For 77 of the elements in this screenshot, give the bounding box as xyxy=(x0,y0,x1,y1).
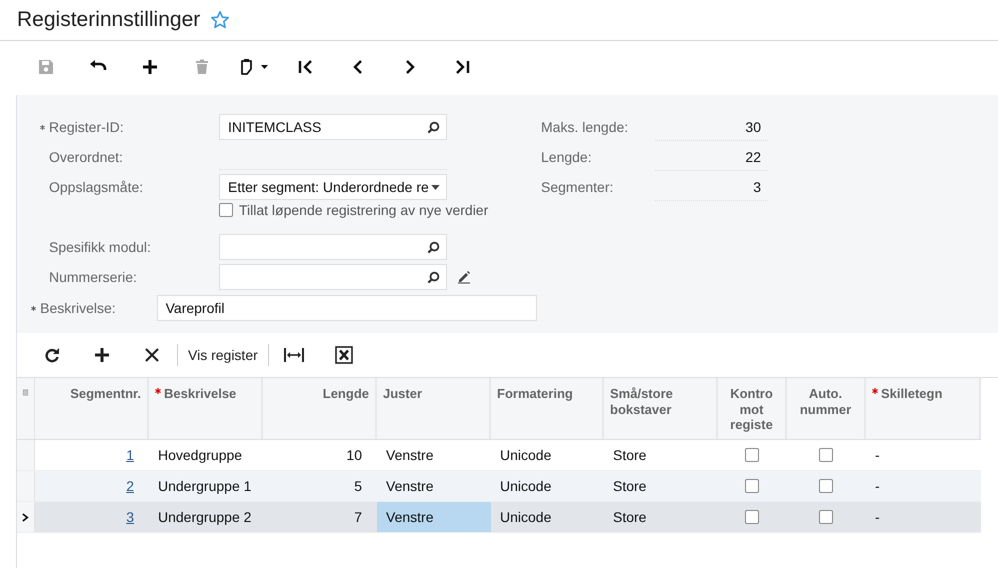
search-icon[interactable] xyxy=(427,240,440,254)
column-header[interactable]: Juster xyxy=(383,386,422,402)
table-cell: 7 xyxy=(354,509,362,525)
table-cell: 5 xyxy=(354,478,362,494)
table-cell: Unicode xyxy=(500,478,552,494)
segment-link[interactable]: 2 xyxy=(126,478,134,494)
checkbox[interactable] xyxy=(819,479,833,493)
table-cell: Venstre xyxy=(386,478,434,494)
table-cell: Venstre xyxy=(386,447,434,463)
table-cell: 10 xyxy=(346,447,362,463)
field-label: Oppslagsmåte: xyxy=(49,179,144,195)
fit-columns-icon xyxy=(284,347,304,363)
field-label: Overordnet: xyxy=(49,149,124,165)
required-icon xyxy=(40,125,45,130)
first-page-icon xyxy=(298,59,314,75)
field-label: Lengde: xyxy=(541,149,593,165)
pencil-icon[interactable] xyxy=(457,270,471,284)
table-cell: Undergruppe 2 xyxy=(158,509,252,525)
field-label: Spesifikk modul: xyxy=(49,239,152,255)
current-row-icon xyxy=(22,512,29,522)
checkbox[interactable] xyxy=(819,510,833,524)
field-label: Segmenter: xyxy=(541,179,614,195)
field-value: 22 xyxy=(655,144,768,170)
search-icon[interactable] xyxy=(427,270,440,284)
required-icon xyxy=(155,388,161,394)
field-value: 3 xyxy=(655,174,768,200)
table-cell: - xyxy=(875,509,880,525)
column-header[interactable]: Små/store bokstaver xyxy=(610,386,710,418)
column-header[interactable]: Formatering xyxy=(497,386,573,402)
table-cell: Venstre xyxy=(386,509,434,525)
lookup-field[interactable]: INITEMCLASS xyxy=(219,114,447,140)
field-label: Maks. lengde: xyxy=(541,119,630,135)
column-header[interactable]: Beskrivelse xyxy=(164,386,236,402)
last-page-icon xyxy=(454,59,470,75)
column-header[interactable]: Segmentnr. xyxy=(70,386,141,402)
checkbox[interactable] xyxy=(819,448,833,462)
clipboard-dropdown-icon xyxy=(239,58,269,76)
lookup-field[interactable] xyxy=(219,264,447,290)
checkbox[interactable] xyxy=(745,448,759,462)
lookup-field[interactable] xyxy=(219,234,447,260)
view-register-button[interactable]: Vis register xyxy=(178,340,268,370)
star-icon[interactable] xyxy=(210,10,230,30)
checkbox[interactable] xyxy=(745,479,759,493)
page-title: Registerinnstillinger xyxy=(17,8,200,32)
column-header[interactable]: Auto. nummer xyxy=(791,386,860,418)
refresh-icon xyxy=(44,347,60,363)
table-cell: Unicode xyxy=(500,447,552,463)
trash-icon xyxy=(194,59,210,75)
search-icon[interactable] xyxy=(427,120,440,134)
plus-icon xyxy=(94,347,110,363)
column-header[interactable]: Kontro mot registe xyxy=(722,386,781,433)
table-cell: Store xyxy=(613,478,646,494)
plus-icon xyxy=(142,59,158,75)
field-label: Nummerserie: xyxy=(49,269,138,285)
text-field[interactable]: Vareprofil xyxy=(156,294,537,320)
segment-link[interactable]: 1 xyxy=(126,447,134,463)
caret-icon xyxy=(431,184,440,190)
table-cell: - xyxy=(875,447,880,463)
table-cell: Undergruppe 1 xyxy=(158,478,252,494)
field-label: Beskrivelse: xyxy=(40,300,117,316)
table-cell: Store xyxy=(613,447,646,463)
required-icon xyxy=(872,388,878,394)
table-cell: - xyxy=(875,478,880,494)
table-cell: Store xyxy=(613,509,646,525)
table-cell: Unicode xyxy=(500,509,552,525)
column-header[interactable]: Skilletegn xyxy=(881,386,942,402)
table-cell: Hovedgruppe xyxy=(158,447,242,463)
checkbox-field[interactable]: Tillat løpende registrering av nye verdier xyxy=(219,202,488,218)
close-icon xyxy=(144,347,160,363)
row-selector[interactable] xyxy=(17,502,35,532)
checkbox[interactable] xyxy=(745,510,759,524)
dropdown-field[interactable]: Etter segment: Underordnede re xyxy=(219,174,447,200)
column-header[interactable]: Lengde xyxy=(322,386,369,402)
field-label: Register-ID: xyxy=(49,119,125,135)
field-value: 30 xyxy=(655,114,768,140)
required-icon xyxy=(31,306,36,310)
segment-link[interactable]: 3 xyxy=(126,509,134,525)
